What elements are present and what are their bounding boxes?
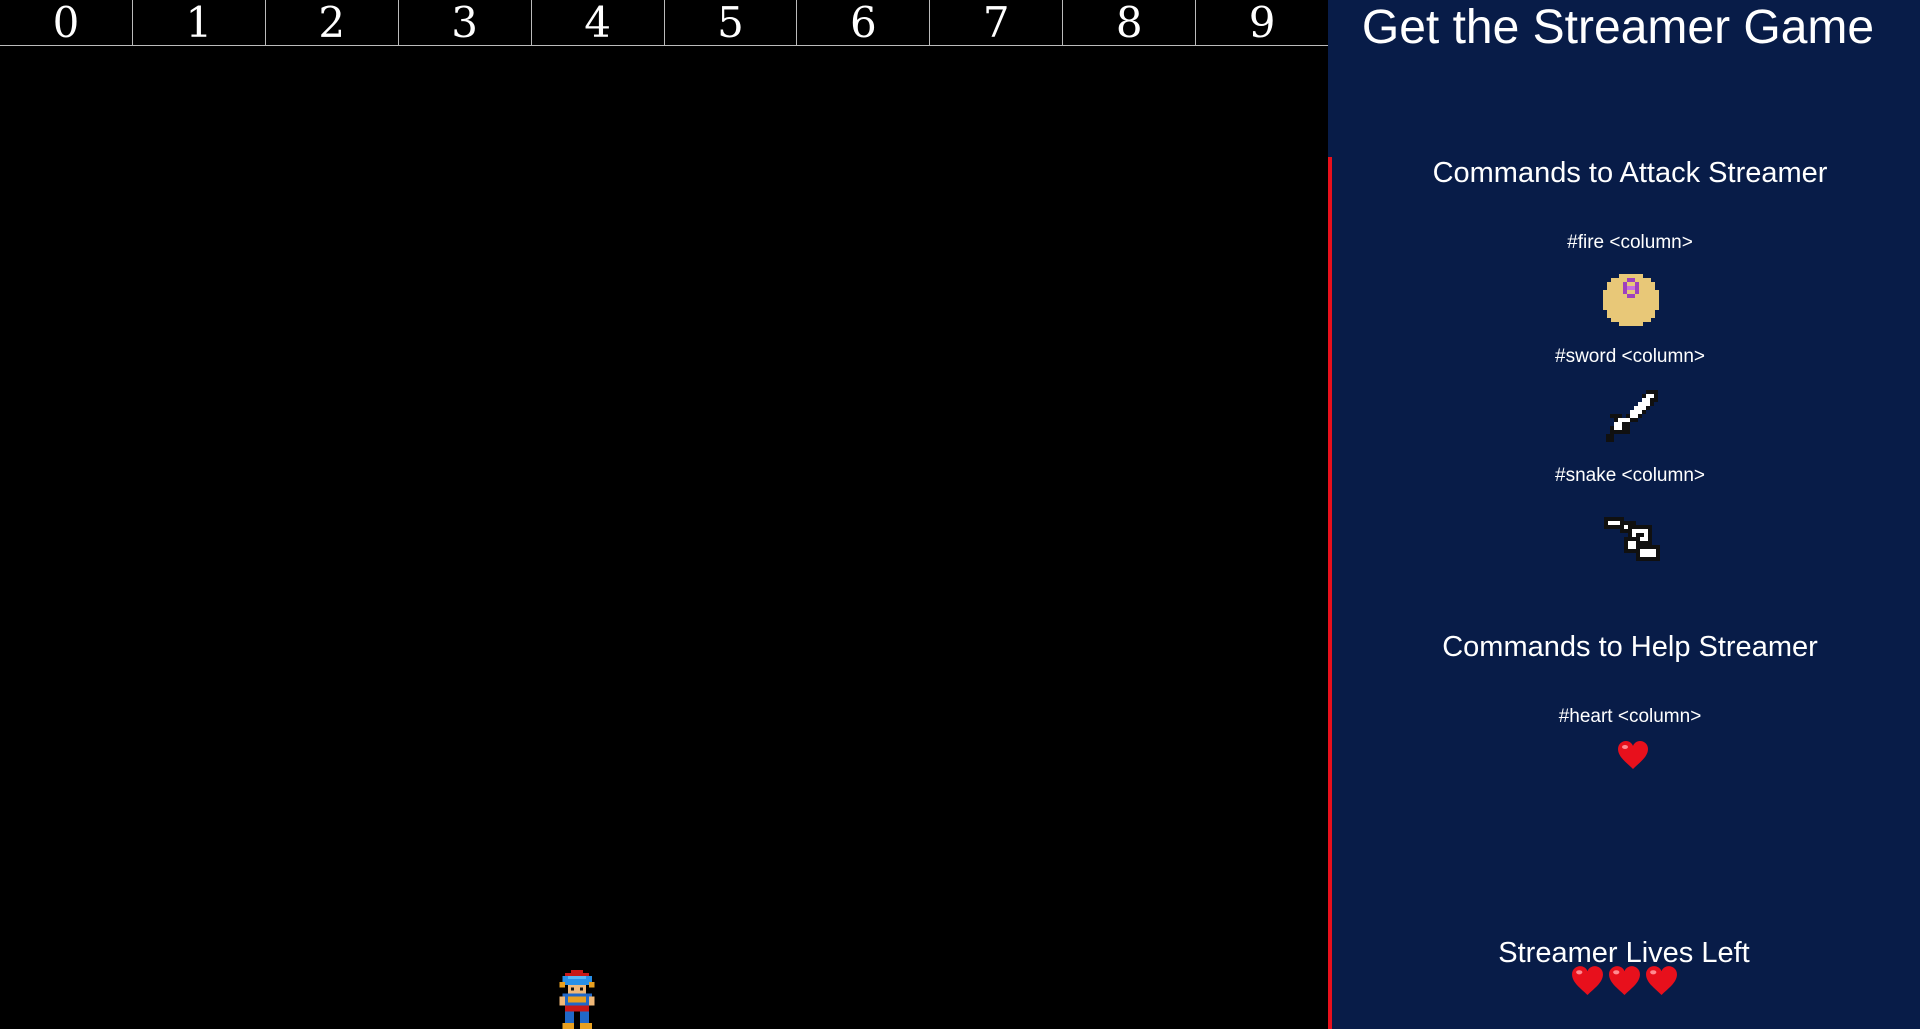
lives-indicator: [1328, 965, 1920, 996]
panel-divider: [1328, 157, 1332, 1029]
column-label-2: 2: [266, 0, 399, 46]
column-label-5: 5: [665, 0, 798, 46]
life-heart-icon: [1645, 965, 1678, 996]
column-label-9: 9: [1248, 0, 1276, 47]
streamer-avatar: [553, 970, 601, 1029]
sword-command-label: #sword <column>: [1555, 346, 1705, 367]
life-heart-icon: [1571, 965, 1604, 996]
sword-icon: [1606, 390, 1658, 442]
life-heart-icon: [1608, 965, 1641, 996]
column-label-3: 3: [399, 0, 532, 46]
column-label-6: 6: [797, 0, 931, 46]
column-label-0: 0: [0, 0, 133, 46]
column-label-7: 7: [930, 0, 1064, 46]
column-label-8: 8: [1063, 0, 1197, 46]
game-title: Get the Streamer Game: [1361, 1, 1875, 54]
heart-icon: [1617, 740, 1649, 770]
help-commands-heading: Commands to Help Streamer: [1442, 631, 1818, 663]
command-panel: Get the Streamer Game Commands to Attack…: [1328, 0, 1920, 1029]
column-label-1: 1: [133, 0, 266, 46]
snake-icon: [1604, 513, 1660, 561]
snake-command-label: #snake <column>: [1555, 465, 1705, 486]
fire-command-label: #fire <column>: [1567, 232, 1693, 253]
fireball-icon: [1603, 274, 1659, 326]
game-board: 0 1 2 3 4 5 6 7 8 9: [0, 0, 1328, 1029]
attack-commands-heading: Commands to Attack Streamer: [1432, 157, 1828, 189]
column-label-4: 4: [532, 0, 665, 46]
heart-command-label: #heart <column>: [1558, 706, 1702, 727]
column-header: 0 1 2 3 4 5 6 7 8 9: [0, 0, 1328, 46]
